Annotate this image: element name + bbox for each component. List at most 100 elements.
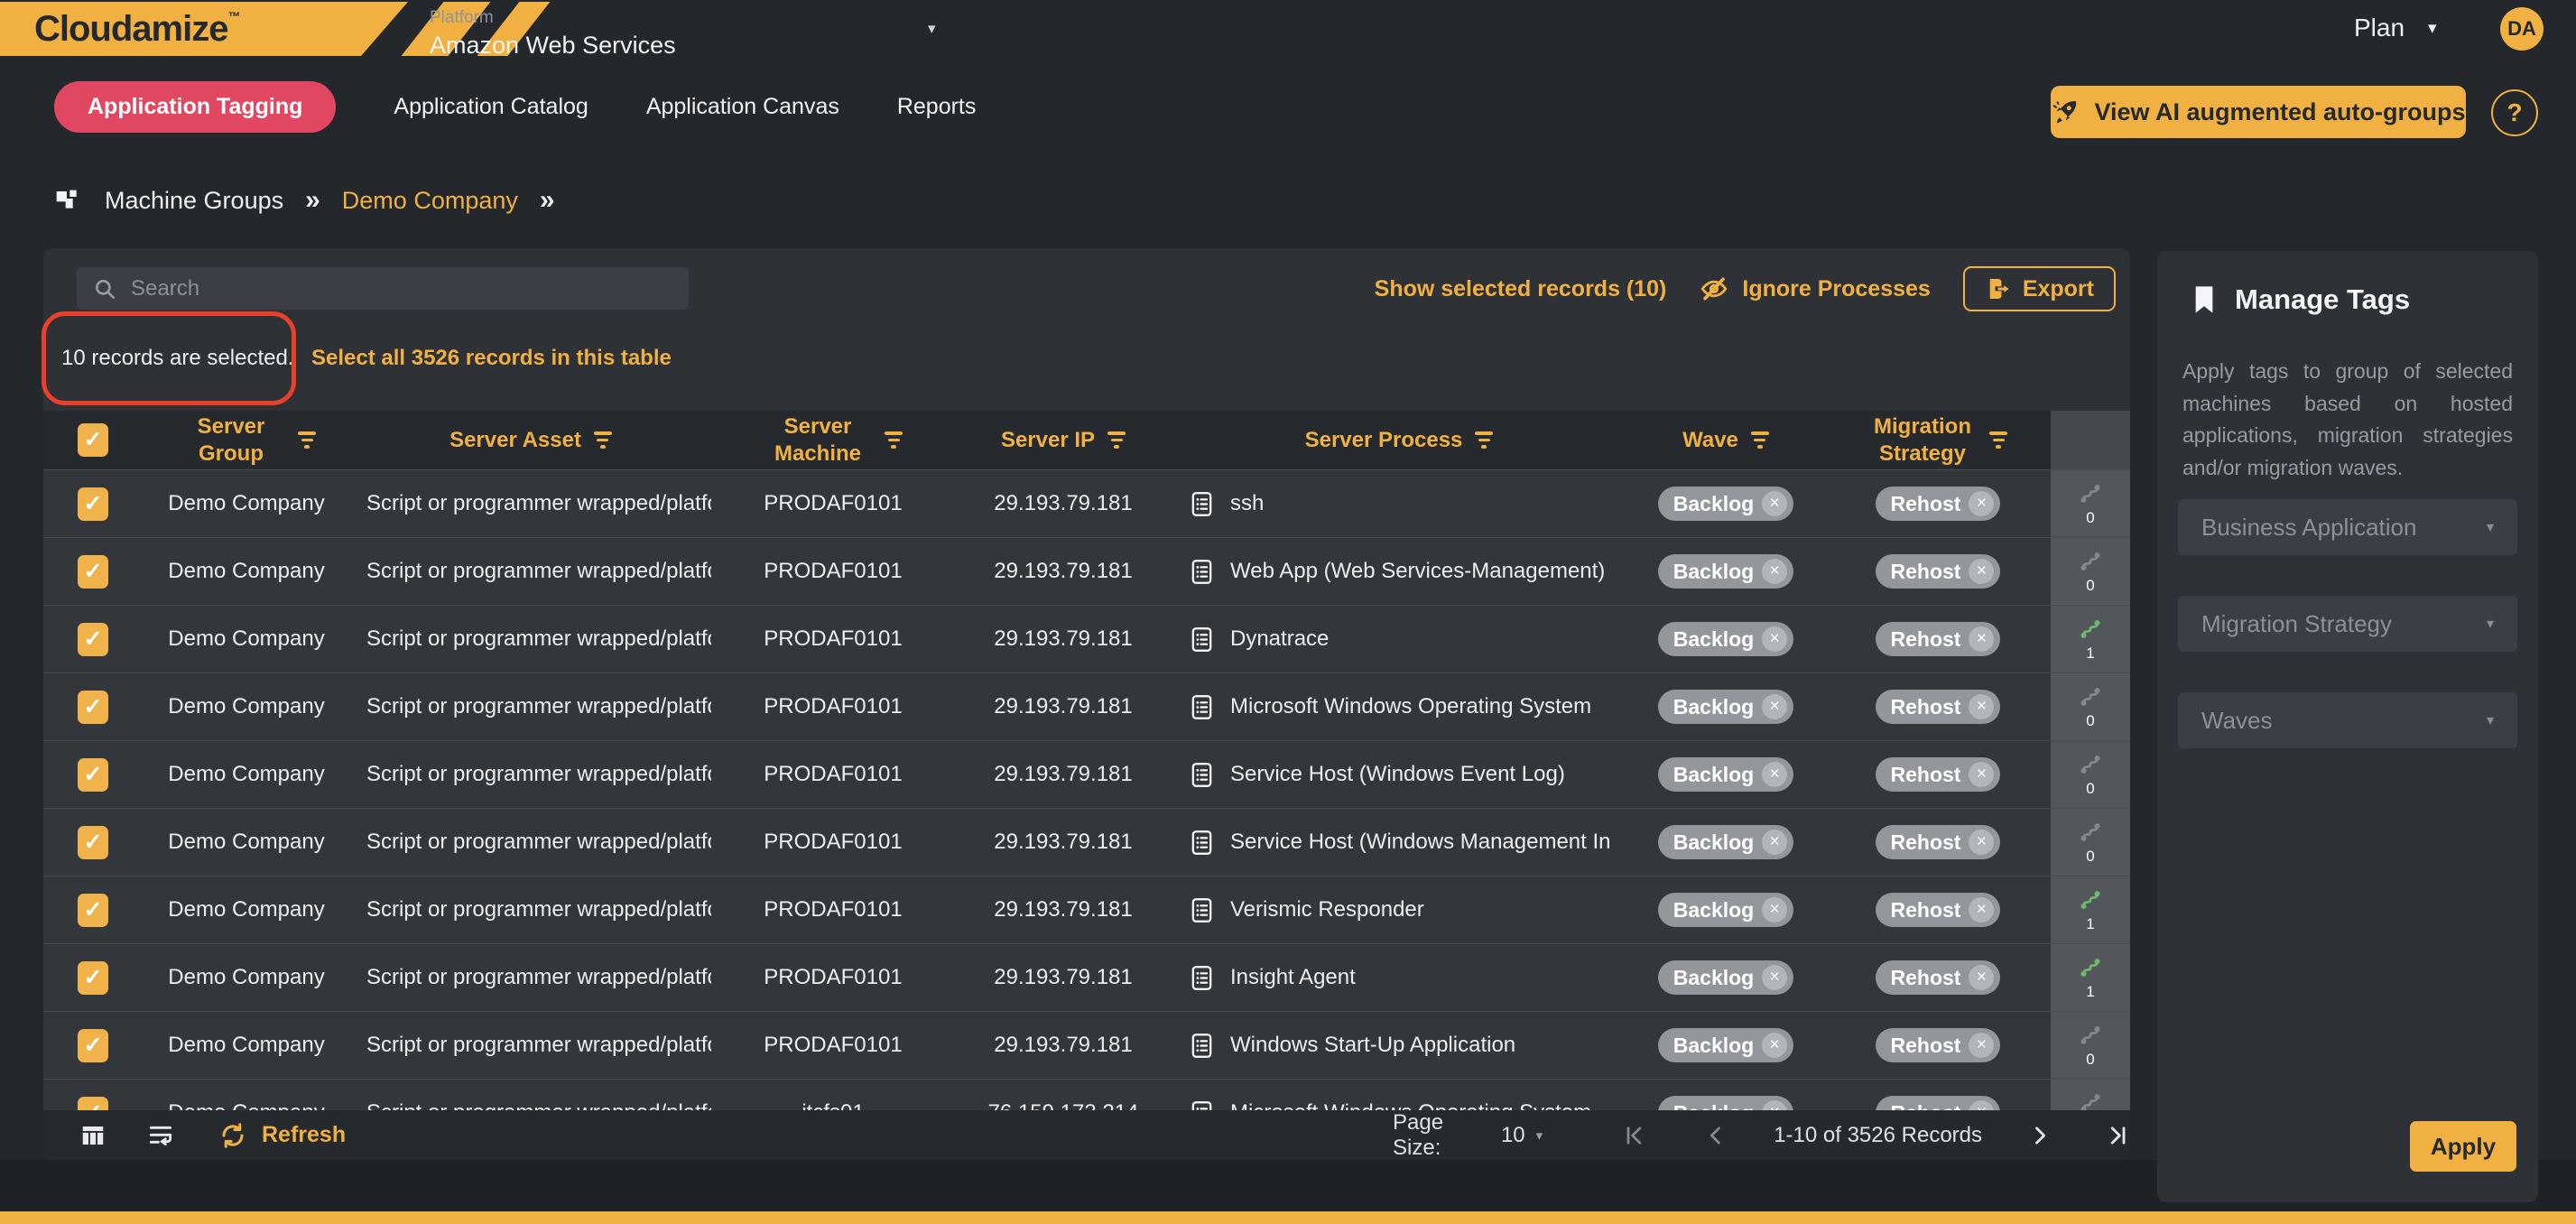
migration-strategy-dropdown[interactable]: Migration Strategy ▾ (2178, 596, 2517, 652)
filter-icon[interactable] (1989, 431, 2007, 448)
plan-menu[interactable]: Plan ▾ (2354, 14, 2437, 42)
view-ai-auto-groups-button[interactable]: View AI augmented auto-groups (2051, 86, 2466, 138)
cell-server-asset: Script or programmer wrapped/platfor... (350, 741, 711, 808)
strategy-badge: Rehost × (1876, 487, 2001, 521)
search-input[interactable] (131, 276, 672, 301)
filter-icon[interactable] (298, 431, 316, 448)
row-checkbox[interactable]: ✓ (78, 487, 108, 521)
connections-cell[interactable]: 0 (2051, 741, 2130, 808)
tab-application-canvas[interactable]: Application Canvas (646, 81, 839, 133)
breadcrumb-separator: » (305, 185, 320, 216)
breadcrumb-demo-company[interactable]: Demo Company (342, 187, 518, 215)
remove-strategy-icon[interactable]: × (1969, 830, 1994, 855)
connections-icon (2077, 616, 2104, 643)
business-application-dropdown[interactable]: Business Application ▾ (2178, 499, 2517, 555)
remove-wave-icon[interactable]: × (1762, 491, 1787, 516)
header-select-all-checkbox-cell: ✓ (43, 411, 143, 469)
remove-wave-icon[interactable]: × (1762, 1100, 1787, 1110)
cell-server-ip: 29.193.79.181 (955, 741, 1172, 808)
cell-server-ip: 29.193.79.181 (955, 673, 1172, 740)
connections-cell[interactable]: 0 (2051, 1080, 2130, 1110)
filter-icon[interactable] (1751, 431, 1769, 448)
row-checkbox[interactable]: ✓ (78, 691, 108, 724)
row-checkbox[interactable]: ✓ (78, 961, 108, 995)
export-icon (1985, 276, 2012, 301)
checkbox-check-icon: ✓ (84, 626, 103, 653)
remove-strategy-icon[interactable]: × (1969, 694, 1994, 719)
apply-button[interactable]: Apply (2410, 1121, 2516, 1172)
remove-wave-icon[interactable]: × (1762, 1033, 1787, 1058)
columns-icon[interactable] (79, 1122, 107, 1149)
remove-wave-icon[interactable]: × (1762, 830, 1787, 855)
filter-icon[interactable] (594, 431, 612, 448)
connections-cell[interactable]: 1 (2051, 944, 2130, 1011)
caret-down-icon: ▾ (2428, 18, 2437, 39)
tab-application-tagging[interactable]: Application Tagging (54, 81, 336, 133)
column-server-asset: Server Asset (350, 411, 711, 469)
row-checkbox[interactable]: ✓ (78, 555, 108, 589)
help-button[interactable]: ? (2491, 89, 2538, 136)
row-checkbox[interactable]: ✓ (78, 758, 108, 792)
row-checkbox[interactable]: ✓ (78, 894, 108, 927)
page-size-select[interactable]: 10 ▾ (1501, 1123, 1543, 1148)
ignore-processes-button[interactable]: Ignore Processes (1699, 274, 1930, 304)
filter-icon[interactable] (1107, 431, 1126, 448)
remove-strategy-icon[interactable]: × (1969, 491, 1994, 516)
filter-icon[interactable] (885, 431, 903, 448)
remove-wave-icon[interactable]: × (1762, 626, 1787, 652)
wave-badge: Backlog × (1658, 690, 1793, 724)
remove-strategy-icon[interactable]: × (1969, 559, 1994, 584)
export-button[interactable]: Export (1963, 266, 2116, 311)
row-checkbox[interactable]: ✓ (78, 826, 108, 859)
cell-server-group: Demo Company (143, 470, 350, 537)
remove-wave-icon[interactable]: × (1762, 897, 1787, 923)
show-selected-records-link[interactable]: Show selected records (10) (1375, 276, 1667, 302)
cell-wave: Backlog × (1626, 470, 1825, 537)
row-checkbox[interactable]: ✓ (78, 623, 108, 656)
connections-cell[interactable]: 0 (2051, 538, 2130, 605)
select-all-link[interactable]: Select all 3526 records in this table (311, 346, 672, 371)
remove-strategy-icon[interactable]: × (1969, 626, 1994, 652)
remove-wave-icon[interactable]: × (1762, 694, 1787, 719)
row-checkbox-cell: ✓ (43, 809, 143, 876)
cell-migration-strategy: Rehost × (1825, 876, 2051, 943)
tab-reports[interactable]: Reports (897, 81, 977, 133)
cell-server-group: Demo Company (143, 538, 350, 605)
remove-wave-icon[interactable]: × (1762, 762, 1787, 787)
connections-cell[interactable]: 0 (2051, 1012, 2130, 1079)
strategy-badge: Rehost × (1876, 690, 2001, 724)
remove-strategy-icon[interactable]: × (1969, 1033, 1994, 1058)
first-page-button[interactable] (1622, 1123, 1647, 1148)
refresh-button[interactable]: Refresh (218, 1121, 346, 1150)
pagination: Page Size: 10 ▾ 1-10 of 3526 Records (1393, 1110, 2130, 1160)
connections-cell[interactable]: 1 (2051, 606, 2130, 672)
avatar[interactable]: DA (2500, 7, 2544, 51)
remove-strategy-icon[interactable]: × (1969, 897, 1994, 923)
waves-dropdown[interactable]: Waves ▾ (2178, 692, 2517, 748)
connections-cell[interactable]: 0 (2051, 470, 2130, 537)
breadcrumb-machine-groups[interactable]: Machine Groups (105, 187, 283, 215)
wrap-icon[interactable] (146, 1121, 175, 1150)
tab-application-catalog[interactable]: Application Catalog (394, 81, 588, 133)
last-page-button[interactable] (2105, 1123, 2130, 1148)
remove-wave-icon[interactable]: × (1762, 965, 1787, 990)
connections-icon (2077, 480, 2104, 507)
platform-selector[interactable]: Platform Amazon Web Services (430, 8, 676, 60)
previous-page-button[interactable] (1703, 1123, 1728, 1148)
ai-button-label: View AI augmented auto-groups (2094, 98, 2465, 126)
filter-icon[interactable] (1475, 431, 1493, 448)
row-checkbox[interactable]: ✓ (78, 1097, 108, 1111)
top-header: Cloudamize™ Platform Amazon Web Services… (0, 0, 2576, 58)
remove-strategy-icon[interactable]: × (1969, 1100, 1994, 1110)
breadcrumb-separator: » (540, 185, 555, 216)
remove-strategy-icon[interactable]: × (1969, 762, 1994, 787)
row-checkbox[interactable]: ✓ (78, 1029, 108, 1062)
select-all-checkbox[interactable]: ✓ (78, 423, 108, 457)
cell-server-asset: Script or programmer wrapped/platfor... (350, 470, 711, 537)
remove-wave-icon[interactable]: × (1762, 559, 1787, 584)
remove-strategy-icon[interactable]: × (1969, 965, 1994, 990)
connections-cell[interactable]: 0 (2051, 673, 2130, 740)
next-page-button[interactable] (2027, 1123, 2052, 1148)
connections-cell[interactable]: 1 (2051, 876, 2130, 943)
connections-cell[interactable]: 0 (2051, 809, 2130, 876)
